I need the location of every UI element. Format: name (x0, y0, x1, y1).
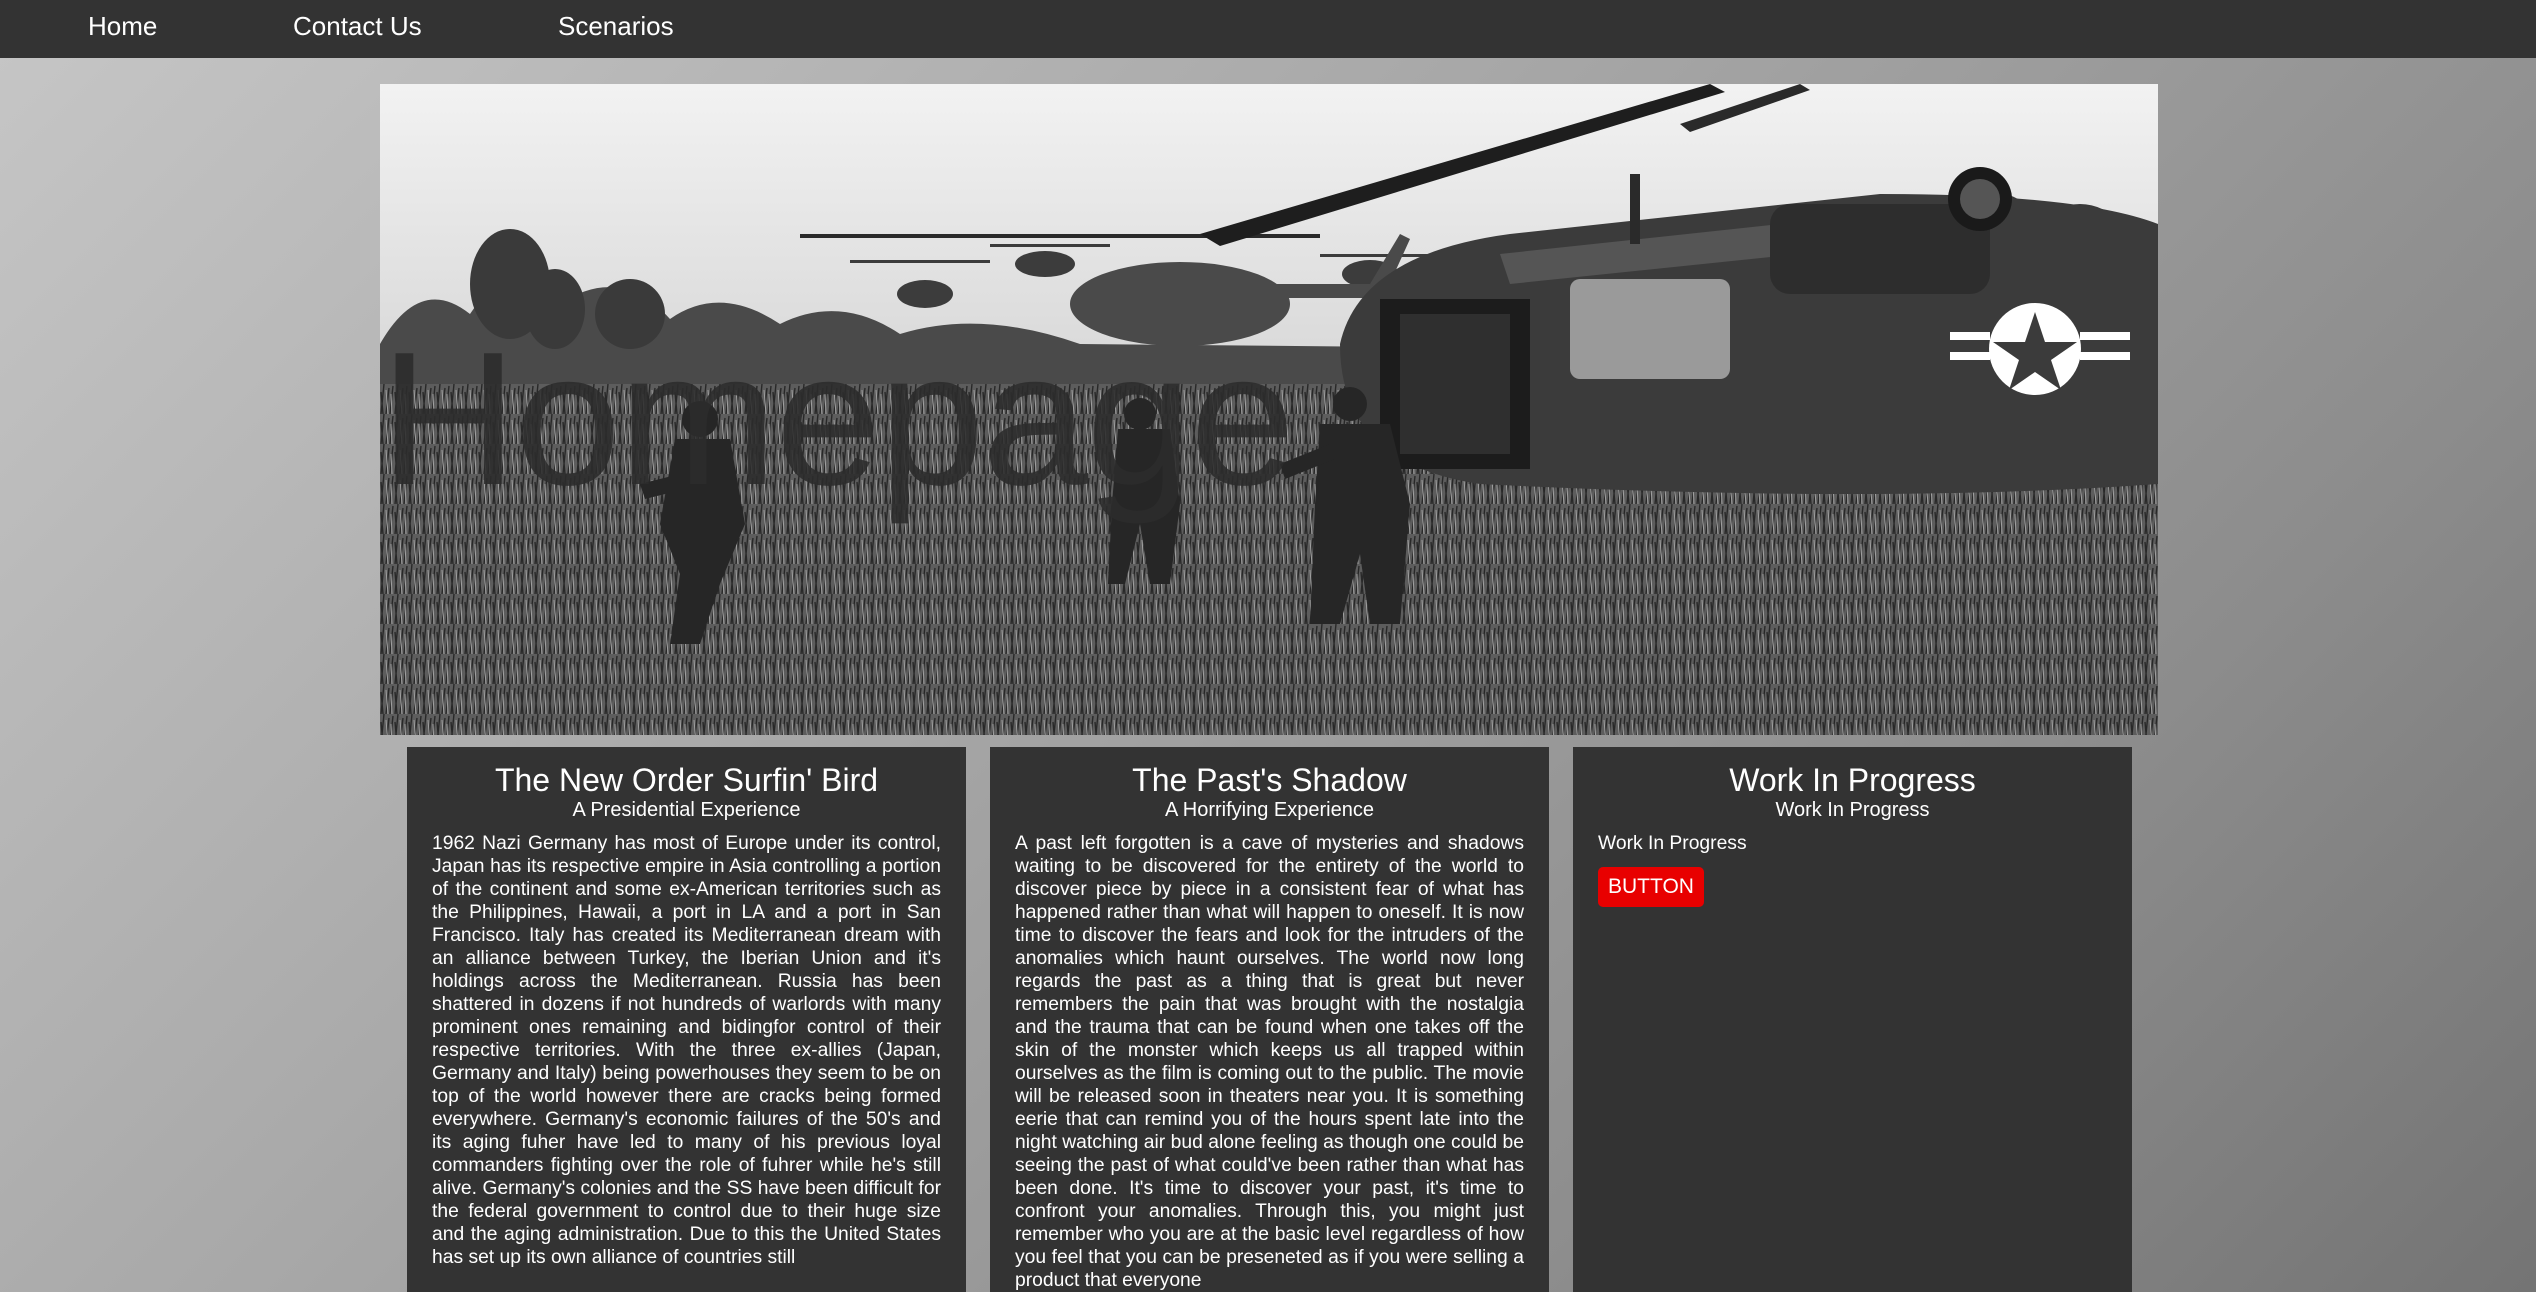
card-subtitle: Work In Progress (1775, 799, 1930, 821)
hero-title: Homepage (380, 313, 1295, 525)
nav-link-home[interactable]: Home (88, 0, 157, 53)
scenario-card-work-in-progress: Work In Progress Work In Progress Work I… (1573, 747, 2132, 1292)
card-description: Work In Progress (1598, 833, 1747, 854)
wip-button[interactable]: BUTTON (1598, 867, 1704, 907)
nav-link-contact-us[interactable]: Contact Us (293, 0, 422, 53)
card-subtitle: A Presidential Experience (572, 799, 801, 821)
card-title: Work In Progress (1729, 762, 1976, 798)
top-navbar: Home Contact Us Scenarios (0, 0, 2536, 58)
card-subtitle: A Horrifying Experience (1165, 799, 1374, 821)
scenario-card-pasts-shadow: The Past's Shadow A Horrifying Experienc… (990, 747, 1549, 1292)
card-title: The Past's Shadow (1132, 762, 1407, 798)
card-description: A past left forgotten is a cave of myste… (1015, 833, 1524, 1291)
card-title: The New Order Surfin' Bird (494, 762, 879, 798)
nav-link-scenarios[interactable]: Scenarios (558, 0, 674, 53)
scenario-card-new-order: The New Order Surfin' Bird A Presidentia… (407, 747, 966, 1292)
card-description: 1962 Nazi Germany has most of Europe und… (432, 833, 941, 1268)
hero-banner: Homepage (380, 84, 2158, 735)
